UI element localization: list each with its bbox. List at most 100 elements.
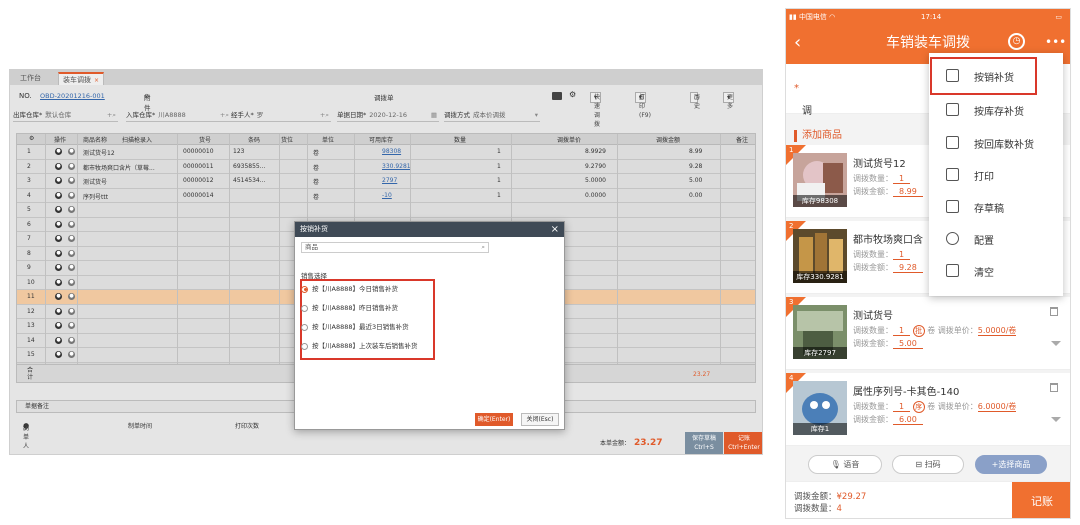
handler-field[interactable]: 经手人* 罗 +⌕ <box>231 110 331 122</box>
cell-stock[interactable]: 330.9281 <box>382 163 411 170</box>
delete-row-icon[interactable]: ● <box>55 278 62 286</box>
add-icon[interactable]: +⌕ <box>220 110 229 121</box>
insert-row-icon[interactable]: ● <box>68 307 75 315</box>
cell-stock[interactable]: -10 <box>382 192 392 199</box>
back-icon[interactable]: ‹ <box>794 29 801 57</box>
menu-item-return-restock[interactable]: 按回库数补货 <box>929 127 1063 159</box>
sales-option-2[interactable]: 按【川A8888】昨日销售补货 <box>301 301 398 315</box>
goods-card[interactable]: 3 库存2797 测试货号 调拨数量： 1 批 卷 调拨单价：5.0000/卷 调… <box>786 297 1070 370</box>
settings-icon[interactable]: ⚙ <box>29 135 34 142</box>
insert-row-icon[interactable]: ● <box>68 191 75 199</box>
insert-row-icon[interactable]: ● <box>68 336 75 344</box>
tab-transfer[interactable]: 装车调拨 × <box>58 72 105 85</box>
table-row[interactable]: ● ● 3 测试货号 00000012 4514534... 卷 2797 1 5.0000 5.0… <box>17 174 755 189</box>
close-icon[interactable]: × <box>551 222 559 237</box>
date-field[interactable]: 单据日期* 2020-12-16 ▦ <box>337 110 439 122</box>
cancel-button[interactable]: 关闭(Esc) <box>521 413 559 426</box>
delete-row-icon[interactable]: ● <box>55 191 62 199</box>
delete-row-icon[interactable]: ● <box>55 322 62 329</box>
trash-icon[interactable] <box>1050 383 1058 392</box>
tab-close-icon[interactable]: × <box>94 77 99 84</box>
insert-row-icon[interactable]: ● <box>68 249 75 257</box>
chevron-down-icon[interactable] <box>1051 341 1061 346</box>
menu-item-clear[interactable]: 清空 <box>929 255 1063 287</box>
delete-row-icon[interactable]: ● <box>55 351 62 358</box>
history-button[interactable]: ◷ 历史 <box>690 92 700 110</box>
insert-row-icon[interactable]: ● <box>68 220 75 228</box>
insert-row-icon[interactable]: ● <box>68 264 75 271</box>
table-row[interactable]: ● ● 5 <box>17 203 755 218</box>
table-row[interactable]: ● ● 4 序列号ttt 00000014 卷 -10 1 0.0000 0.00 <box>17 188 755 203</box>
add-icon[interactable]: +⌕ <box>320 110 329 121</box>
qty-field[interactable]: 1 <box>893 326 911 336</box>
goods-search-input[interactable]: 商品 ⌕ <box>301 242 489 253</box>
amount-field[interactable]: 8.99 <box>893 187 923 197</box>
delete-row-icon[interactable]: ● <box>55 162 62 170</box>
chevron-down-icon[interactable] <box>1051 417 1061 422</box>
qty-field[interactable]: 1 <box>893 174 911 184</box>
delete-row-icon[interactable]: ● <box>55 249 62 257</box>
more-button[interactable]: 更多 ▾ <box>723 92 735 110</box>
search-icon[interactable]: ⌕ <box>481 243 485 252</box>
insert-row-icon[interactable]: ● <box>68 351 75 358</box>
radio-icon[interactable] <box>301 323 308 331</box>
amount-field[interactable]: 6.00 <box>893 415 923 425</box>
gear-icon[interactable]: ⚙ <box>569 90 576 99</box>
col-scan[interactable]: 扫描枪录入 <box>122 135 152 144</box>
price-field[interactable]: 6.0000/卷 <box>977 402 1017 412</box>
sales-option-1[interactable]: 按【川A8888】今日销售补货 <box>301 282 398 296</box>
save-draft-button[interactable]: 保存草稿 Ctrl+S <box>685 432 723 454</box>
menu-item-save-draft[interactable]: 存草稿 <box>929 191 1063 223</box>
delete-row-icon[interactable]: ● <box>55 206 62 213</box>
in-warehouse-field[interactable]: 入库仓库* 川A8888 +⌕ <box>126 110 231 122</box>
delete-row-icon[interactable]: ● <box>55 293 62 300</box>
sales-option-4[interactable]: 按【川A8888】上次装车后销售补货 <box>301 339 418 353</box>
menu-item-stock-restock[interactable]: 按库存补货 <box>929 94 1063 126</box>
batch-badge[interactable]: 批 <box>912 325 925 337</box>
insert-row-icon[interactable]: ● <box>68 206 75 213</box>
radio-icon[interactable] <box>301 285 308 293</box>
menu-item-print[interactable]: 打印 <box>929 159 1063 191</box>
table-row[interactable]: ● ● 1 测试货号12 00000010 123 卷 98308 1 8.9929 8.99 <box>17 145 755 160</box>
history-icon[interactable]: ◷ <box>1008 33 1025 50</box>
calendar-icon[interactable]: ▦ <box>431 110 437 121</box>
delete-row-icon[interactable]: ● <box>55 177 62 184</box>
amount-field[interactable]: 5.00 <box>893 339 923 349</box>
serial-badge[interactable]: 序 <box>912 401 925 413</box>
select-goods-button[interactable]: +选择商品 <box>975 455 1047 474</box>
cell-stock[interactable]: 2797 <box>382 177 397 184</box>
price-field[interactable]: 5.0000/卷 <box>977 326 1017 336</box>
insert-row-icon[interactable]: ● <box>68 148 75 155</box>
delete-row-icon[interactable]: ● <box>55 264 62 271</box>
insert-row-icon[interactable]: ● <box>68 322 75 329</box>
delete-row-icon[interactable]: ● <box>55 148 62 155</box>
scanner-icon[interactable] <box>552 92 562 100</box>
scan-button[interactable]: ⊟ 扫码 <box>892 455 964 474</box>
confirm-button[interactable]: 确定(Enter) <box>475 413 513 426</box>
print-button[interactable]: ⎙ 打印(F9) ▾ <box>635 92 651 119</box>
order-no-link[interactable]: OBD-20201216-001 <box>40 92 105 100</box>
delete-row-icon[interactable]: ● <box>55 307 62 315</box>
cell-stock[interactable]: 98308 <box>382 148 401 155</box>
quick-transfer-button[interactable]: 快速调拨 ▾ <box>590 92 602 128</box>
insert-row-icon[interactable]: ● <box>68 235 75 242</box>
insert-row-icon[interactable]: ● <box>68 278 75 286</box>
add-icon[interactable]: +⌕ <box>107 110 116 121</box>
transfer-mode-field[interactable]: 调拨方式 成本价调拨 ▾ <box>444 110 540 122</box>
delete-row-icon[interactable]: ● <box>55 336 62 344</box>
voice-button[interactable]: 🎙 语音 <box>808 455 882 474</box>
radio-icon[interactable] <box>301 304 308 312</box>
insert-row-icon[interactable]: ● <box>68 177 75 184</box>
submit-button[interactable]: 记账 <box>1012 482 1070 518</box>
tab-workbench[interactable]: 工作台 <box>16 72 45 85</box>
sales-option-3[interactable]: 按【川A8888】最近3日销售补货 <box>301 320 409 334</box>
insert-row-icon[interactable]: ● <box>68 162 75 170</box>
delete-row-icon[interactable]: ● <box>55 235 62 242</box>
qty-field[interactable]: 1 <box>893 250 911 260</box>
trash-icon[interactable] <box>1050 307 1058 316</box>
radio-icon[interactable] <box>301 342 308 350</box>
submit-button[interactable]: 记账 Ctrl+Enter <box>724 432 762 454</box>
insert-row-icon[interactable]: ● <box>68 293 75 300</box>
amount-field[interactable]: 9.28 <box>893 263 923 273</box>
qty-field[interactable]: 1 <box>893 402 911 412</box>
